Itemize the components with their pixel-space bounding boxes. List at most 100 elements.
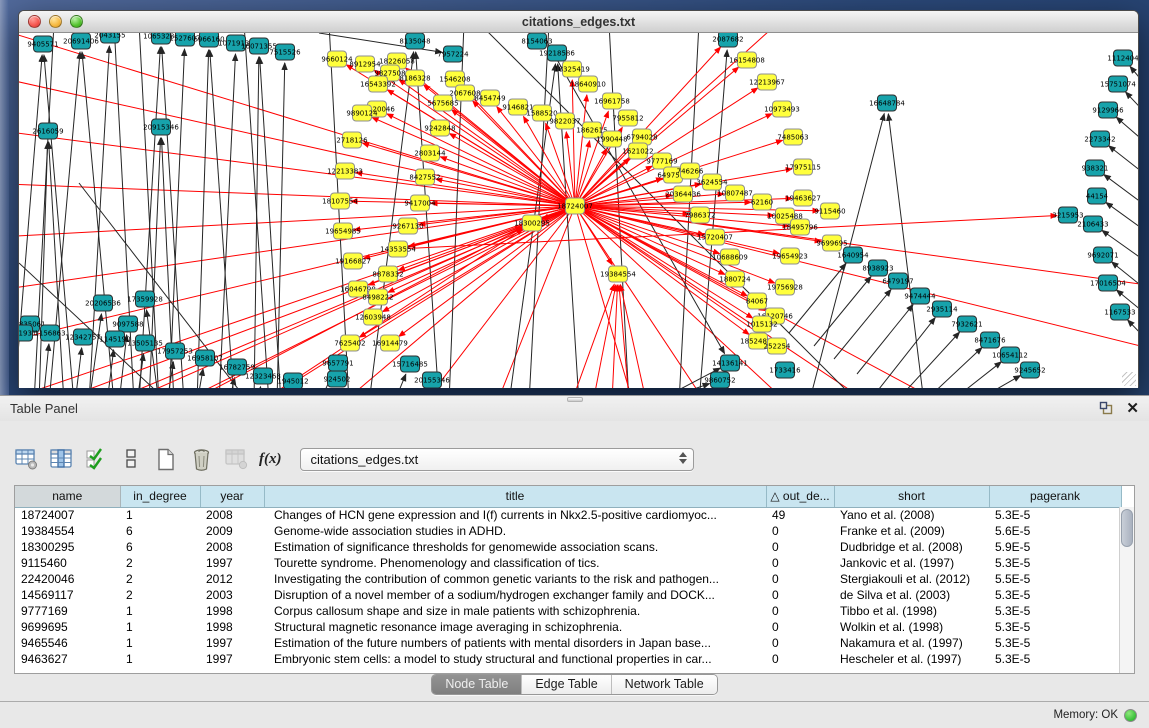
tab-edge-table[interactable]: Edge Table [522, 675, 611, 694]
graph-node[interactable]: 9115460 [814, 203, 845, 219]
graph-node[interactable]: 18107554 [322, 193, 358, 209]
column-header-year[interactable]: year [200, 486, 264, 507]
table-cell[interactable]: de Silva et al. (2003) [834, 587, 989, 603]
table-scrollbar[interactable] [1119, 507, 1134, 673]
graph-node[interactable]: 1945012 [277, 373, 308, 388]
table-cell[interactable]: 18300295 [15, 539, 120, 555]
graph-node[interactable]: 15716485 [392, 356, 428, 372]
table-cell[interactable]: 49 [766, 507, 834, 523]
graph-node[interactable]: 1733416 [769, 362, 801, 378]
table-cell[interactable]: 5.3E-5 [989, 603, 1121, 619]
graph-node[interactable]: 2273342 [1084, 131, 1115, 147]
graph-node[interactable]: 7625402 [334, 335, 365, 351]
column-header-short[interactable]: short [834, 486, 989, 507]
table-row[interactable]: 946554611997Estimation of the future num… [15, 635, 1121, 651]
graph-node[interactable]: 20915346 [143, 119, 179, 135]
table-cell[interactable]: 0 [766, 651, 834, 667]
table-cell[interactable]: Tibbo et al. (1998) [834, 603, 989, 619]
column-header-in_degree[interactable]: in_degree [120, 486, 200, 507]
graph-node[interactable]: 9245652 [1014, 362, 1045, 378]
graph-node[interactable]: 1112404 [1107, 50, 1138, 66]
table-cell[interactable]: 5.3E-5 [989, 619, 1121, 635]
graph-node[interactable]: 9097588 [112, 316, 143, 332]
graph-node[interactable]: 9405571 [27, 36, 58, 52]
table-cell[interactable]: Estimation of the future numbers of pati… [264, 635, 766, 651]
table-cell[interactable]: Yano et al. (2008) [834, 507, 989, 523]
table-selector-dropdown[interactable]: citations_edges.txt [300, 448, 694, 471]
graph-node[interactable]: 3624554 [696, 174, 728, 190]
graph-node[interactable]: 938321 [1082, 160, 1109, 176]
table-cell[interactable]: 9115460 [15, 555, 120, 571]
graph-node[interactable]: 9474444 [904, 288, 936, 304]
table-cell[interactable]: Franke et al. (2009) [834, 523, 989, 539]
graph-node[interactable]: 19463627 [785, 190, 821, 206]
zoom-window-icon[interactable] [70, 15, 83, 28]
graph-node[interactable]: 1167533 [1104, 304, 1135, 320]
tab-network-table[interactable]: Network Table [612, 675, 717, 694]
column-header-name[interactable]: name [15, 486, 120, 507]
table-cell[interactable]: Genome-wide association studies in ADHD. [264, 523, 766, 539]
graph-node[interactable]: 9660124 [321, 51, 353, 67]
graph-node[interactable]: 1880724 [719, 271, 751, 287]
graph-node[interactable]: 7955812 [612, 110, 643, 126]
table-cell[interactable]: 5.3E-5 [989, 507, 1121, 523]
row-height-icon[interactable] [119, 447, 143, 471]
table-cell[interactable]: 9777169 [15, 603, 120, 619]
table-row[interactable]: 1456911722003Disruption of a novel membe… [15, 587, 1121, 603]
graph-node[interactable]: 9129966 [1092, 102, 1124, 118]
delete-table-icon[interactable] [189, 447, 213, 471]
close-window-icon[interactable] [28, 15, 41, 28]
graph-node[interactable]: 62160 [751, 194, 773, 210]
table-cell[interactable]: Nakamura et al. (1997) [834, 635, 989, 651]
table-cell[interactable]: 2 [120, 555, 200, 571]
table-cell[interactable]: 0 [766, 587, 834, 603]
graph-node[interactable]: 8471676 [974, 332, 1006, 348]
table-cell[interactable]: 18724007 [15, 507, 120, 523]
table-cell[interactable]: Jankovic et al. (1997) [834, 555, 989, 571]
graph-node[interactable]: 12213383 [327, 163, 363, 179]
table-cell[interactable]: 5.6E-5 [989, 523, 1121, 539]
graph-node[interactable]: 12213967 [749, 74, 785, 90]
scrollbar-thumb[interactable] [1121, 509, 1133, 547]
graph-node[interactable]: 7957224 [437, 46, 469, 62]
graph-node[interactable]: 17975115 [785, 159, 821, 175]
table-cell[interactable]: Disruption of a novel member of a sodium… [264, 587, 766, 603]
graph-node[interactable]: 9417004 [404, 195, 436, 211]
graph-node[interactable]: 9692071 [1087, 247, 1118, 263]
table-cell[interactable]: 0 [766, 555, 834, 571]
graph-node[interactable]: 252254 [764, 338, 791, 354]
table-cell[interactable]: 6 [120, 523, 200, 539]
panel-divider-grip[interactable] [567, 397, 583, 402]
table-cell[interactable]: 0 [766, 619, 834, 635]
table-cell[interactable]: 5.3E-5 [989, 587, 1121, 603]
table-cell[interactable]: 5.5E-5 [989, 571, 1121, 587]
graph-node[interactable]: 44154 [1086, 188, 1109, 204]
table-cell[interactable]: 2008 [200, 539, 264, 555]
table-cell[interactable]: 1998 [200, 619, 264, 635]
table-cell[interactable]: 0 [766, 571, 834, 587]
table-cell[interactable]: 9699695 [15, 619, 120, 635]
graph-node[interactable]: 2043155 [94, 33, 125, 43]
table-cell[interactable]: 0 [766, 603, 834, 619]
graph-node[interactable]: 10807487 [717, 185, 753, 201]
table-cell[interactable]: 2003 [200, 587, 264, 603]
graph-node[interactable]: 19756928 [767, 279, 803, 295]
table-cell[interactable]: 2009 [200, 523, 264, 539]
table-cell[interactable]: Tourette syndrome. Phenomenology and cla… [264, 555, 766, 571]
graph-node[interactable]: 2087682 [712, 33, 743, 47]
table-row[interactable]: 969969511998Structural magnetic resonanc… [15, 619, 1121, 635]
table-cell[interactable]: Stergiakouli et al. (2012) [834, 571, 989, 587]
graph-node[interactable]: 7485063 [777, 129, 808, 145]
graph-node[interactable]: 19654985 [325, 223, 361, 239]
table-settings-icon[interactable] [14, 447, 38, 471]
table-cell[interactable]: Estimation of significance thresholds fo… [264, 539, 766, 555]
graph-node[interactable]: 16648784 [869, 95, 905, 111]
table-cell[interactable]: 22420046 [15, 571, 120, 587]
table-cell[interactable]: 0 [766, 635, 834, 651]
column-header-pagerank[interactable]: pagerank [989, 486, 1121, 507]
table-cell[interactable]: Dudbridge et al. (2008) [834, 539, 989, 555]
graph-node[interactable]: 7932621 [951, 316, 982, 332]
graph-node[interactable]: 14353554 [380, 241, 416, 257]
table-cell[interactable]: 5.3E-5 [989, 651, 1121, 667]
table-cell[interactable]: Wolkin et al. (1998) [834, 619, 989, 635]
